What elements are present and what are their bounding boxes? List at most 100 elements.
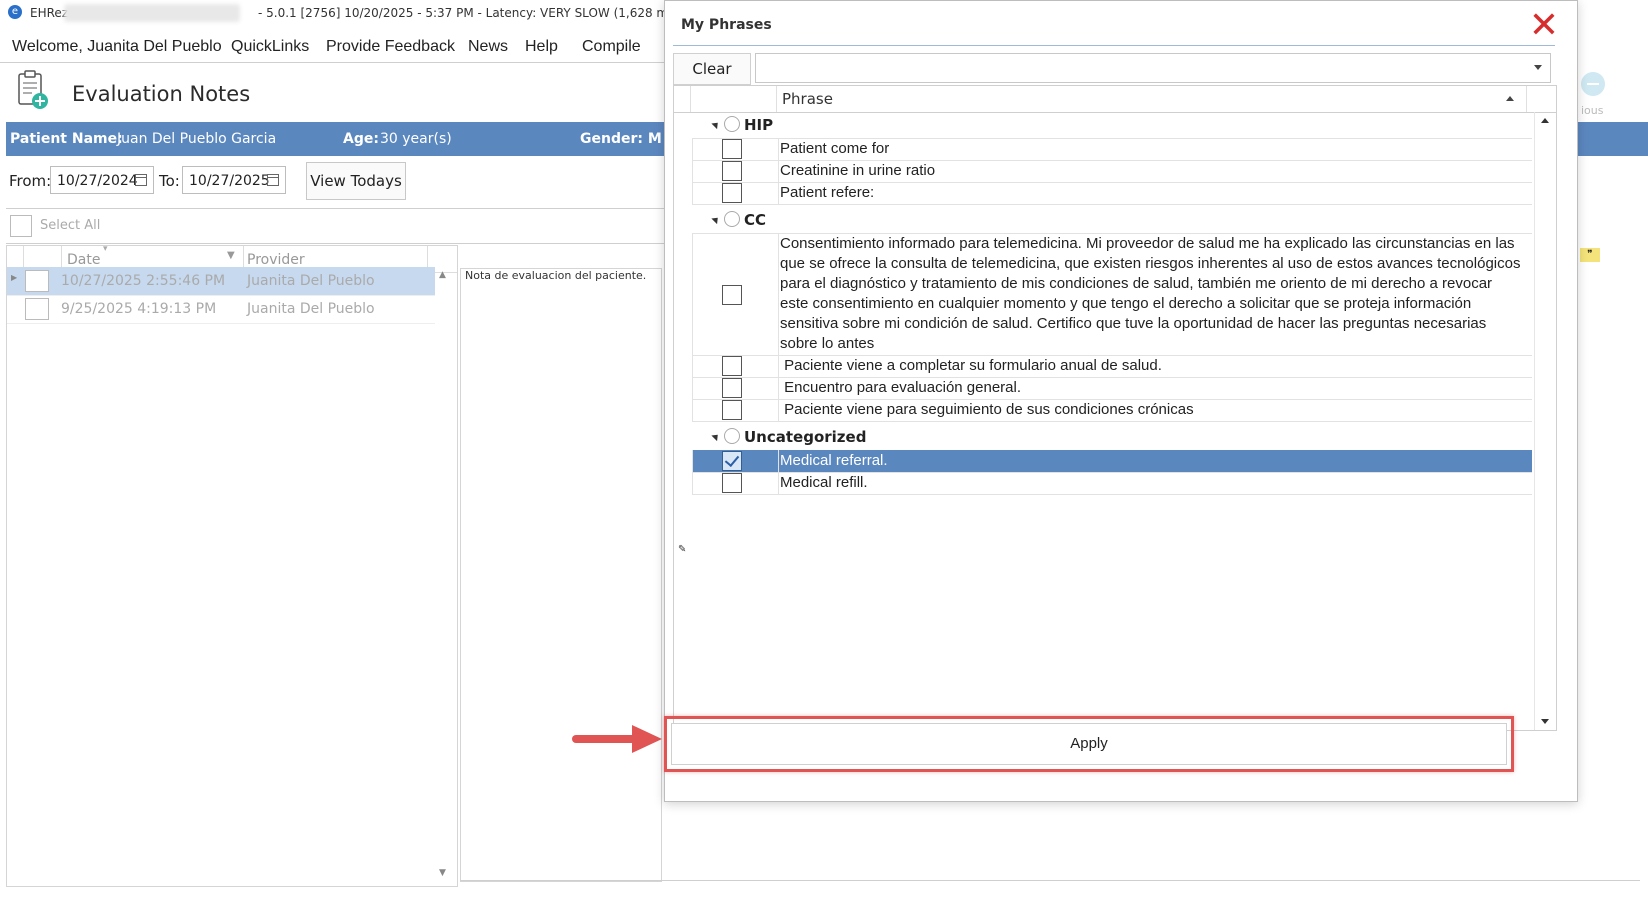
clear-filter-button[interactable]: Clear Filter: [673, 53, 751, 108]
menu-divider: [0, 62, 690, 63]
view-todays-button[interactable]: View Todays: [306, 162, 406, 200]
phrase-text: Encuentro para evaluación general.: [780, 379, 1021, 396]
group-row-cc[interactable]: CC: [692, 207, 1532, 234]
group-row-uncategorized[interactable]: Uncategorized: [692, 424, 1532, 451]
menu-news[interactable]: News: [468, 38, 508, 56]
scroll-down-icon[interactable]: ▼: [439, 868, 446, 878]
group-radio[interactable]: [724, 428, 740, 444]
select-all-row: Select All: [6, 208, 696, 244]
phrase-checkbox[interactable]: [722, 356, 742, 376]
note-provider: Juanita Del Pueblo: [247, 301, 375, 317]
collapse-icon[interactable]: [711, 431, 721, 442]
date-column-header[interactable]: Date: [67, 252, 100, 268]
phrase-row[interactable]: Medical refill.: [692, 472, 1532, 495]
to-label: To:: [159, 172, 180, 190]
select-all-label: Select All: [40, 218, 101, 233]
phrase-text: Paciente viene a completar su formulario…: [780, 357, 1162, 374]
welcome-text: Welcome, Juanita Del Pueblo: [12, 38, 222, 55]
phrase-row[interactable]: Encuentro para evaluación general.: [692, 377, 1532, 400]
phrase-text: Creatinine in urine ratio: [780, 162, 936, 179]
close-icon[interactable]: ✕: [1527, 8, 1561, 44]
patient-name: Juan Del Pueblo Garcia: [117, 131, 277, 147]
divider: [460, 880, 1640, 881]
chevron-down-icon[interactable]: [1534, 65, 1542, 70]
phrase-checkbox[interactable]: [722, 139, 742, 159]
provider-column-header[interactable]: Provider: [247, 252, 305, 268]
collapse-icon[interactable]: [711, 214, 721, 225]
phrase-text: Consentimiento informado para telemedici…: [780, 235, 1521, 352]
phrase-text: Patient come for: [780, 140, 890, 157]
patient-name-label: Patient Name:: [10, 131, 123, 147]
my-phrases-dialog: My Phrases ✕ Clear Filter Phrase HIP Pat…: [664, 0, 1578, 802]
phrase-text: Patient refere:: [780, 184, 875, 201]
scroll-up-icon[interactable]: ▲: [439, 270, 446, 280]
group-radio[interactable]: [724, 211, 740, 227]
collapse-icon[interactable]: [711, 119, 721, 130]
notes-row[interactable]: 9/25/2025 4:19:13 PM Juanita Del Pueblo: [7, 295, 435, 324]
menu-compile[interactable]: Compile: [582, 38, 641, 56]
title-divider: [673, 45, 1555, 46]
group-label: CC: [744, 211, 767, 229]
row-checkbox[interactable]: [25, 270, 49, 292]
phrase-checkbox[interactable]: [722, 473, 742, 493]
note-preview-text: Nota de evaluacion del paciente.: [465, 269, 647, 282]
gender-label: Gender: M: [580, 131, 662, 147]
phrase-text: Medical referral.: [780, 452, 888, 469]
red-arrow-annotation: [572, 725, 662, 753]
phrase-row[interactable]: Patient refere:: [692, 182, 1532, 205]
scroll-down-icon[interactable]: [1541, 719, 1549, 724]
vertical-scrollbar[interactable]: [1534, 112, 1555, 730]
note-date: 9/25/2025 4:19:13 PM: [61, 301, 217, 317]
phrase-row[interactable]: Consentimiento informado para telemedici…: [692, 233, 1532, 356]
patient-age: 30 year(s): [380, 131, 452, 147]
edit-pencil-icon: ✎: [678, 544, 687, 555]
phrase-row[interactable]: Creatinine in urine ratio: [692, 160, 1532, 183]
calendar-icon[interactable]: [135, 174, 147, 186]
phrase-column-header[interactable]: Phrase: [782, 90, 833, 108]
group-radio[interactable]: [724, 116, 740, 132]
notes-grid: Date ▾ ▼ Provider ▶ 10/27/2025 2:55:46 P…: [6, 244, 458, 887]
to-date-input[interactable]: 10/27/2025: [182, 166, 286, 194]
from-date-value: 10/27/2024: [57, 173, 138, 189]
phrase-checkbox[interactable]: [722, 183, 742, 203]
evaluation-notes-icon: [18, 70, 48, 109]
group-label: Uncategorized: [744, 428, 867, 446]
sort-ascending-icon[interactable]: [1506, 96, 1514, 101]
filter-combo[interactable]: [755, 53, 1551, 83]
group-label: HIP: [744, 116, 774, 134]
phrase-row-selected[interactable]: Medical referral.: [692, 450, 1532, 473]
phrases-grid-header: Phrase: [674, 86, 1556, 113]
phrase-checkbox[interactable]: [722, 161, 742, 181]
menu-provide-feedback[interactable]: Provide Feedback: [326, 38, 455, 56]
apply-highlight-box: Apply: [664, 716, 1514, 772]
patient-info-bar-right: [1570, 122, 1648, 156]
filter-icon[interactable]: ▾: [103, 244, 108, 254]
scroll-up-icon[interactable]: [1541, 118, 1549, 123]
notes-row[interactable]: ▶ 10/27/2025 2:55:46 PM Juanita Del Pueb…: [7, 267, 435, 296]
menu-help[interactable]: Help: [525, 38, 558, 56]
menu-quicklinks[interactable]: QuickLinks: [231, 38, 309, 56]
select-all-checkbox[interactable]: [10, 215, 32, 237]
from-date-input[interactable]: 10/27/2024: [50, 166, 154, 194]
phrase-row[interactable]: Paciente viene a completar su formulario…: [692, 355, 1532, 378]
previous-label: ious: [1581, 104, 1604, 117]
phrase-checkbox[interactable]: [722, 400, 742, 420]
phrase-row[interactable]: Paciente viene para seguimiento de sus c…: [692, 399, 1532, 422]
redacted-text: [64, 4, 240, 22]
phrase-row[interactable]: Patient come for: [692, 138, 1532, 161]
row-indicator-icon: ▶: [11, 273, 18, 282]
to-date-value: 10/27/2025: [189, 173, 270, 189]
phrases-grid: Phrase HIP Patient come for Creatinine i…: [673, 85, 1557, 731]
phrase-checkbox-checked[interactable]: [722, 451, 742, 471]
calendar-icon[interactable]: [267, 174, 279, 186]
phrase-checkbox[interactable]: [722, 378, 742, 398]
row-checkbox[interactable]: [25, 298, 49, 320]
phrase-text: Paciente viene para seguimiento de sus c…: [780, 401, 1194, 418]
apply-button[interactable]: Apply: [671, 723, 1507, 765]
phrase-text: Medical refill.: [780, 474, 868, 491]
phrase-checkbox[interactable]: [722, 285, 742, 305]
sort-dropdown-icon[interactable]: ▼: [227, 250, 235, 261]
group-row-hip[interactable]: HIP: [692, 112, 1532, 139]
quote-icon[interactable]: ❞: [1580, 248, 1600, 262]
from-label: From:: [9, 172, 52, 190]
